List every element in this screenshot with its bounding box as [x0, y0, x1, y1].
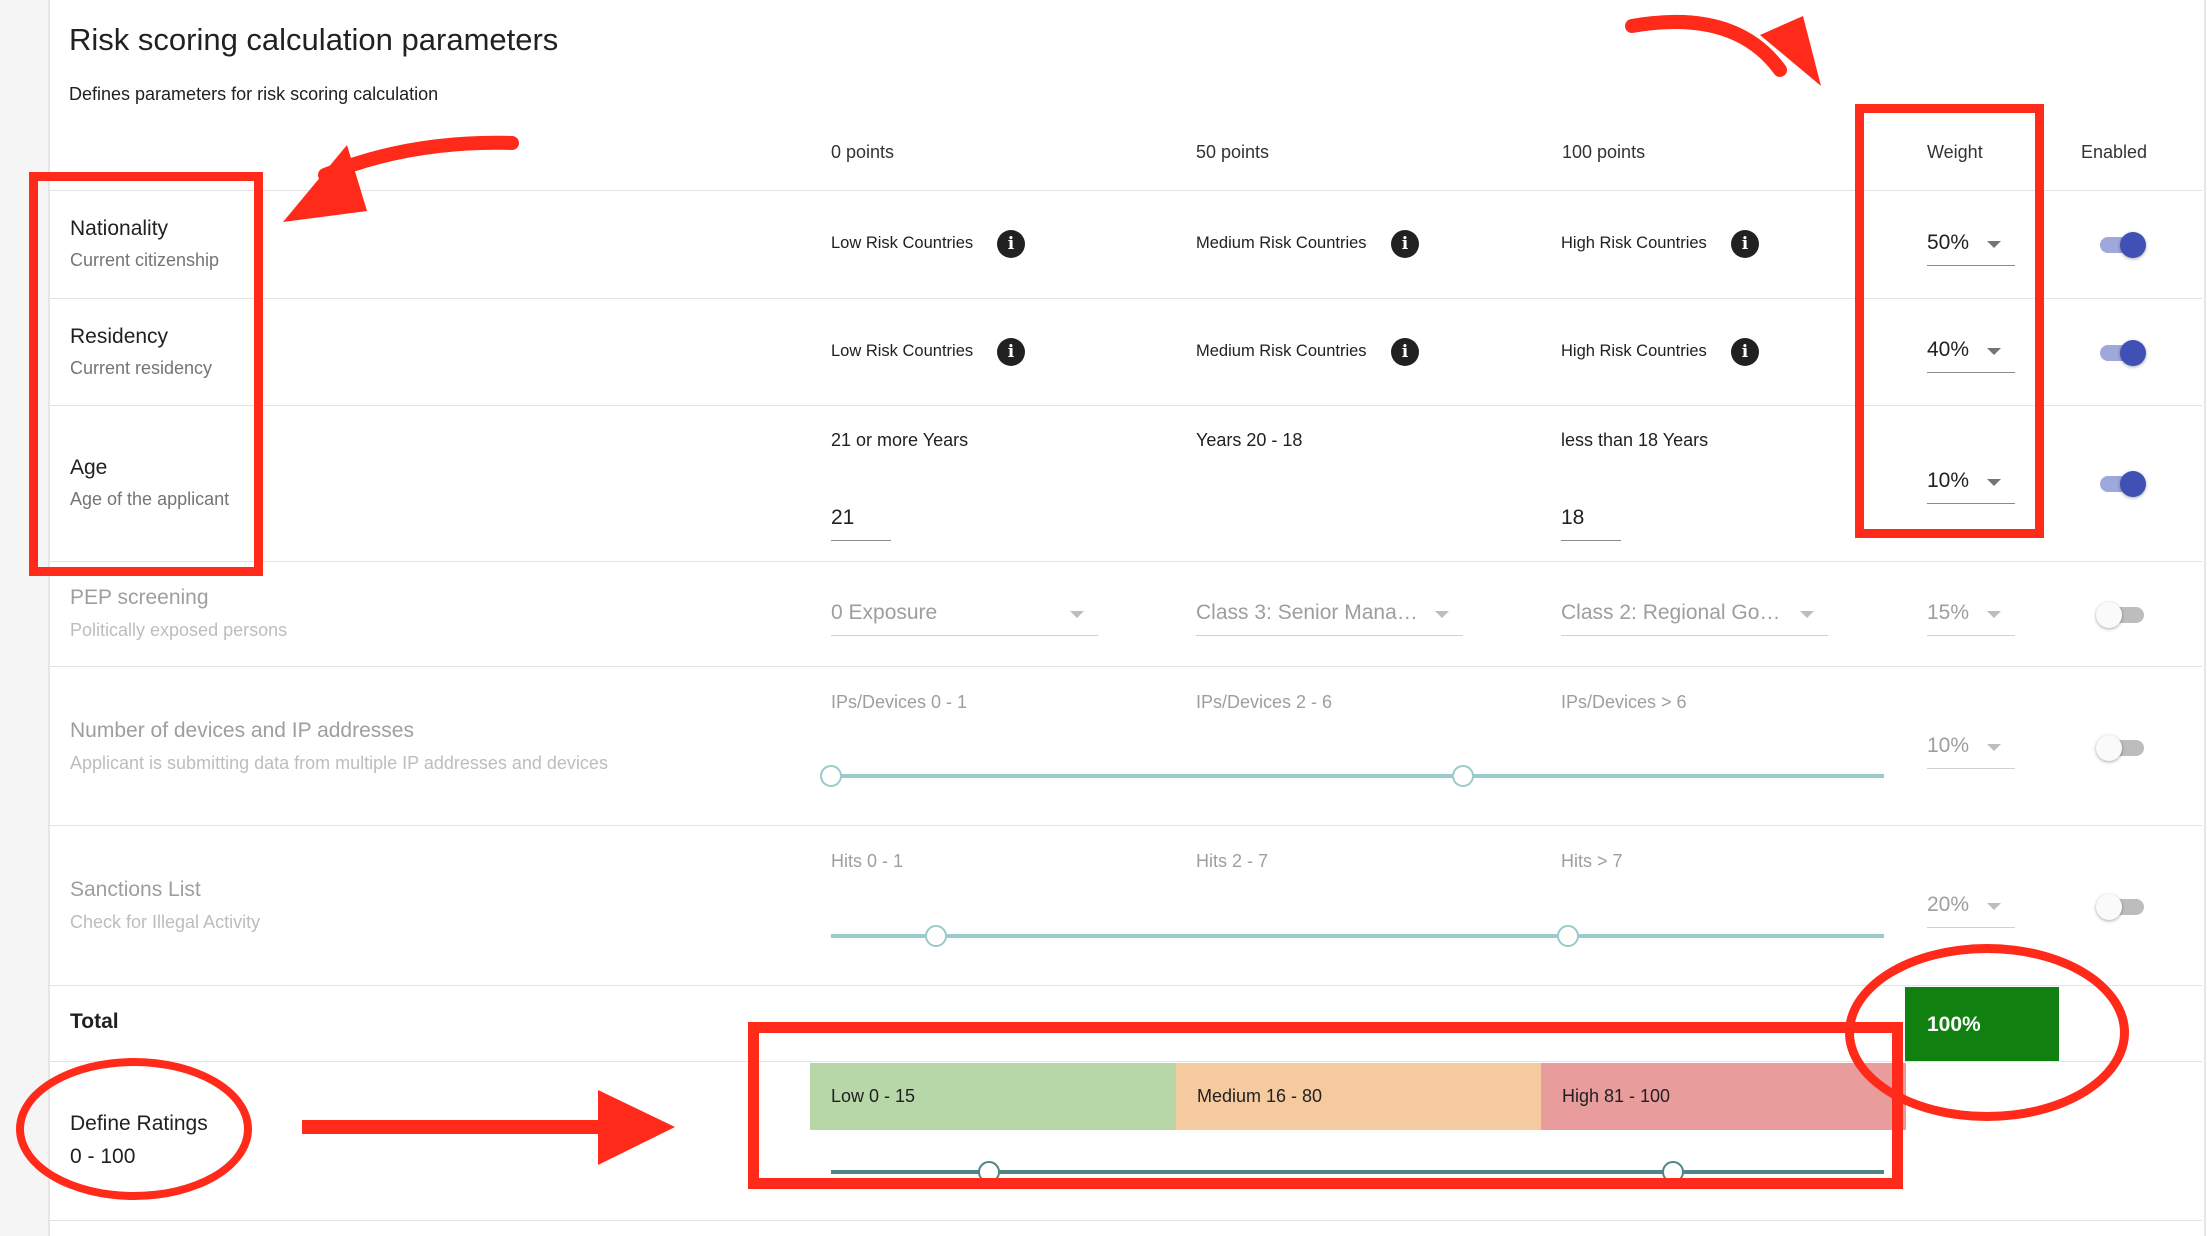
param-name: Sanctions List	[70, 878, 201, 901]
low-risk-countries-link[interactable]: Low Risk Countries	[831, 342, 973, 361]
sanctions-range-slider[interactable]	[831, 934, 1884, 938]
low-risk-countries-link[interactable]: Low Risk Countries	[831, 234, 973, 253]
enabled-toggle[interactable]	[2096, 596, 2148, 632]
chevron-down-icon	[1987, 611, 2001, 618]
chevron-down-icon	[1070, 611, 1084, 618]
weight-value: 10%	[1927, 734, 1970, 757]
low-range-label: IPs/Devices 0 - 1	[831, 692, 968, 712]
age-high-value: 18	[1561, 506, 1585, 529]
slider-thumb[interactable]	[1451, 765, 1474, 787]
high-risk-countries-link[interactable]: High Risk Countries	[1561, 342, 1707, 361]
info-icon[interactable]: i	[1391, 230, 1419, 258]
medium-range-label: IPs/Devices 2 - 6	[1196, 692, 1333, 712]
info-icon[interactable]: i	[997, 338, 1025, 366]
annotation-box-ratings	[748, 1022, 1903, 1189]
column-header-100-points: 100 points	[1562, 142, 1646, 162]
info-icon[interactable]: i	[1391, 338, 1419, 366]
row-divider	[48, 561, 2202, 562]
enabled-toggle[interactable]	[2096, 465, 2148, 501]
pep-medium-select[interactable]: Class 3: Senior Mana…	[1196, 595, 1463, 636]
age-low-value: 21	[831, 506, 855, 529]
total-label: Total	[70, 1010, 119, 1033]
slider-thumb[interactable]	[820, 765, 842, 787]
row-divider	[48, 1220, 2202, 1221]
age-high-input[interactable]: 18	[1561, 500, 1621, 541]
age-low-input[interactable]: 21	[831, 500, 891, 541]
annotation-circle-define-ratings	[16, 1058, 252, 1200]
annotation-box-weight	[1855, 104, 2044, 538]
column-header-enabled: Enabled	[2081, 142, 2148, 162]
chevron-down-icon	[1987, 744, 2001, 751]
param-description: Check for Illegal Activity	[70, 912, 261, 932]
page-title: Risk scoring calculation parameters	[69, 22, 559, 57]
high-range-label: less than 18 Years	[1561, 430, 1709, 450]
enabled-toggle[interactable]	[2096, 888, 2148, 924]
row-divider	[48, 666, 2202, 667]
devices-range-slider[interactable]	[831, 774, 1884, 778]
row-divider	[48, 825, 2202, 826]
low-range-label: Hits 0 - 1	[831, 851, 904, 871]
select-value: Class 3: Senior Mana…	[1196, 601, 1418, 624]
medium-risk-countries-link[interactable]: Medium Risk Countries	[1196, 342, 1367, 361]
low-range-label: 21 or more Years	[831, 430, 969, 450]
chevron-down-icon	[1435, 611, 1449, 618]
enabled-toggle[interactable]	[2096, 226, 2148, 262]
weight-select[interactable]: 20%	[1927, 887, 2015, 928]
high-range-label: Hits > 7	[1561, 851, 1623, 871]
medium-range-label: Years 20 - 18	[1196, 430, 1303, 450]
enabled-toggle[interactable]	[2096, 334, 2148, 370]
pep-low-select[interactable]: 0 Exposure	[831, 595, 1098, 636]
chevron-down-icon	[1987, 903, 2001, 910]
info-icon[interactable]: i	[1731, 338, 1759, 366]
column-header-50-points: 50 points	[1196, 142, 1270, 162]
weight-value: 15%	[1927, 601, 1970, 624]
info-icon[interactable]: i	[997, 230, 1025, 258]
column-header-0-points: 0 points	[831, 142, 895, 162]
annotation-circle-total	[1845, 944, 2129, 1121]
param-description: Politically exposed persons	[70, 620, 288, 640]
select-value: 0 Exposure	[831, 601, 938, 624]
high-risk-countries-link[interactable]: High Risk Countries	[1561, 234, 1707, 253]
param-description: Applicant is submitting data from multip…	[70, 753, 608, 773]
medium-range-label: Hits 2 - 7	[1196, 851, 1269, 871]
slider-thumb[interactable]	[1557, 925, 1580, 947]
chevron-down-icon	[1800, 611, 1814, 618]
annotation-box-parameters	[29, 172, 263, 576]
high-range-label: IPs/Devices > 6	[1561, 692, 1687, 712]
info-icon[interactable]: i	[1731, 230, 1759, 258]
weight-select[interactable]: 10%	[1927, 728, 2015, 769]
page-subtitle: Defines parameters for risk scoring calc…	[69, 84, 439, 104]
enabled-toggle[interactable]	[2096, 729, 2148, 765]
weight-select[interactable]: 15%	[1927, 595, 2015, 636]
medium-risk-countries-link[interactable]: Medium Risk Countries	[1196, 234, 1367, 253]
select-value: Class 2: Regional Go…	[1561, 601, 1781, 624]
pep-high-select[interactable]: Class 2: Regional Go…	[1561, 595, 1828, 636]
param-name: Number of devices and IP addresses	[70, 719, 414, 742]
weight-value: 20%	[1927, 893, 1970, 916]
param-name: PEP screening	[70, 586, 209, 609]
